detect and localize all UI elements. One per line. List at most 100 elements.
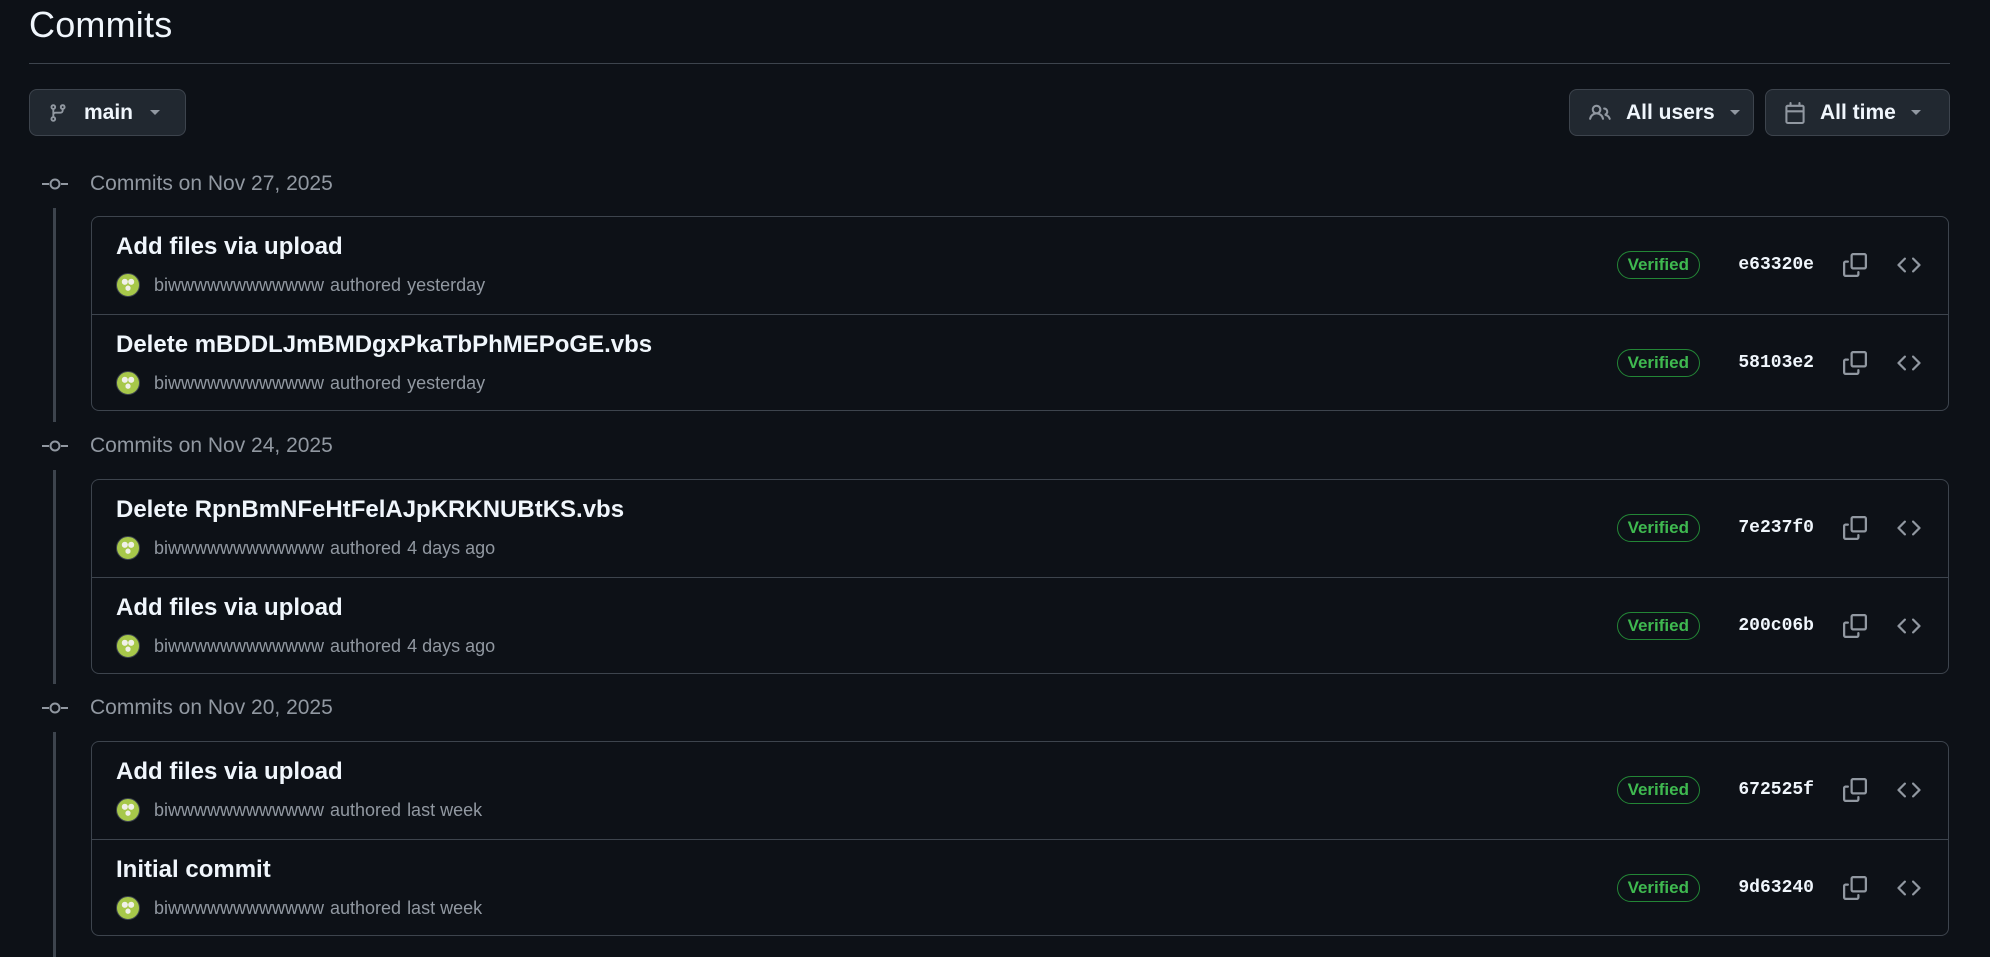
branch-selector-button[interactable]: main: [29, 89, 186, 136]
commit-meta: biwwwwwwwwwwww authored last week: [116, 798, 482, 822]
verified-badge[interactable]: Verified: [1616, 251, 1700, 279]
avatar[interactable]: [116, 798, 140, 822]
commit-sha-link[interactable]: 58103e2: [1734, 353, 1814, 373]
commit-group-header: Commits on Nov 24, 2025: [42, 431, 333, 461]
commit-time: 4 days ago: [407, 635, 496, 656]
commit-list: Add files via upload biwwwwwwwwwwww auth…: [91, 216, 1949, 411]
git-commit-icon: [42, 701, 68, 715]
verified-badge[interactable]: Verified: [1616, 776, 1700, 804]
commit-group-header: Commits on Nov 20, 2025: [42, 693, 333, 723]
code-icon[interactable]: [1890, 771, 1928, 809]
commit-row: Add files via upload biwwwwwwwwwwww auth…: [92, 217, 1948, 314]
chevron-down-icon: [1729, 109, 1741, 117]
commit-actions: Verified 58103e2: [1616, 315, 1928, 410]
commit-row: Delete mBDDLJmBMDgxPkaTbPhMEPoGE.vbs biw…: [92, 314, 1948, 410]
code-icon[interactable]: [1890, 869, 1928, 907]
verified-badge[interactable]: Verified: [1616, 349, 1700, 377]
copy-icon[interactable]: [1836, 869, 1874, 907]
copy-icon[interactable]: [1836, 509, 1874, 547]
avatar[interactable]: [116, 896, 140, 920]
authored-label: authored: [330, 897, 402, 918]
commit-row: Add files via upload biwwwwwwwwwwww auth…: [92, 742, 1948, 839]
copy-icon[interactable]: [1836, 771, 1874, 809]
commit-meta: biwwwwwwwwwwww authored yesterday: [116, 273, 485, 297]
commit-message-link[interactable]: Add files via upload: [116, 758, 343, 786]
chevron-down-icon: [1910, 109, 1922, 117]
commit-sha-link[interactable]: 672525f: [1734, 780, 1814, 800]
avatar[interactable]: [116, 536, 140, 560]
commit-time: last week: [407, 799, 483, 820]
verified-badge[interactable]: Verified: [1616, 514, 1700, 542]
author-link[interactable]: biwwwwwwwwwwww: [154, 538, 324, 559]
commit-meta: biwwwwwwwwwwww authored 4 days ago: [116, 634, 495, 658]
page-title: Commits: [29, 4, 173, 45]
commit-message-link[interactable]: Initial commit: [116, 856, 271, 884]
commit-actions: Verified e63320e: [1616, 217, 1928, 313]
author-link[interactable]: biwwwwwwwwwwww: [154, 636, 324, 657]
calendar-icon: [1784, 101, 1806, 125]
avatar[interactable]: [116, 273, 140, 297]
timeline-line: [53, 470, 56, 684]
commit-actions: Verified 9d63240: [1616, 840, 1928, 935]
verified-badge[interactable]: Verified: [1616, 612, 1700, 640]
users-filter-button[interactable]: All users: [1569, 89, 1754, 136]
commit-message-link[interactable]: Delete RpnBmNFeHtFelAJpKRKNUBtKS.vbs: [116, 496, 624, 524]
commit-row: Initial commit biwwwwwwwwwwww authored l…: [92, 839, 1948, 935]
timeline-line: [53, 732, 56, 957]
authored-label: authored: [330, 799, 402, 820]
commit-sha-link[interactable]: 200c06b: [1734, 616, 1814, 636]
copy-icon[interactable]: [1836, 344, 1874, 382]
people-icon: [1588, 102, 1612, 124]
commit-sha-link[interactable]: e63320e: [1734, 255, 1814, 275]
commit-group-date: Commits on Nov 24, 2025: [90, 434, 333, 457]
commit-sha-link[interactable]: 7e237f0: [1734, 518, 1814, 538]
commit-meta: biwwwwwwwwwwww authored last week: [116, 896, 482, 920]
git-branch-icon: [48, 102, 68, 124]
authored-label: authored: [330, 274, 402, 295]
branch-label: main: [84, 100, 134, 124]
author-link[interactable]: biwwwwwwwwwwww: [154, 800, 324, 821]
commit-row: Add files via upload biwwwwwwwwwwww auth…: [92, 577, 1948, 673]
commit-group-date: Commits on Nov 27, 2025: [90, 172, 333, 195]
code-icon[interactable]: [1890, 607, 1928, 645]
code-icon[interactable]: [1890, 344, 1928, 382]
chevron-down-icon: [149, 109, 161, 117]
copy-icon[interactable]: [1836, 607, 1874, 645]
commit-time: 4 days ago: [407, 537, 496, 558]
commit-time: yesterday: [407, 372, 486, 393]
time-filter-label: All time: [1820, 100, 1896, 124]
commit-meta: biwwwwwwwwwwww authored yesterday: [116, 371, 485, 395]
copy-icon[interactable]: [1836, 246, 1874, 284]
commit-time: last week: [407, 897, 483, 918]
commit-message-link[interactable]: Delete mBDDLJmBMDgxPkaTbPhMEPoGE.vbs: [116, 331, 652, 359]
authored-label: authored: [330, 537, 402, 558]
verified-badge[interactable]: Verified: [1616, 874, 1700, 902]
commit-message-link[interactable]: Add files via upload: [116, 233, 343, 261]
commit-actions: Verified 7e237f0: [1616, 480, 1928, 576]
commits-page: Commits main All users All time Commits …: [0, 0, 1990, 957]
time-filter-button[interactable]: All time: [1765, 89, 1950, 136]
author-link[interactable]: biwwwwwwwwwwww: [154, 373, 324, 394]
commit-row: Delete RpnBmNFeHtFelAJpKRKNUBtKS.vbs biw…: [92, 480, 1948, 577]
commit-list: Delete RpnBmNFeHtFelAJpKRKNUBtKS.vbs biw…: [91, 479, 1949, 674]
avatar[interactable]: [116, 634, 140, 658]
commit-time: yesterday: [407, 274, 486, 295]
avatar[interactable]: [116, 371, 140, 395]
users-filter-label: All users: [1626, 100, 1715, 124]
git-commit-icon: [42, 439, 68, 453]
commit-group-header: Commits on Nov 27, 2025: [42, 169, 333, 199]
author-link[interactable]: biwwwwwwwwwwww: [154, 275, 324, 296]
commit-sha-link[interactable]: 9d63240: [1734, 878, 1814, 898]
commit-list: Add files via upload biwwwwwwwwwwww auth…: [91, 741, 1949, 936]
author-link[interactable]: biwwwwwwwwwwww: [154, 898, 324, 919]
commit-actions: Verified 200c06b: [1616, 578, 1928, 673]
commit-meta: biwwwwwwwwwwww authored 4 days ago: [116, 536, 495, 560]
code-icon[interactable]: [1890, 246, 1928, 284]
git-commit-icon: [42, 177, 68, 191]
commit-group-date: Commits on Nov 20, 2025: [90, 696, 333, 719]
authored-label: authored: [330, 372, 402, 393]
commit-message-link[interactable]: Add files via upload: [116, 594, 343, 622]
code-icon[interactable]: [1890, 509, 1928, 547]
authored-label: authored: [330, 635, 402, 656]
commit-actions: Verified 672525f: [1616, 742, 1928, 838]
